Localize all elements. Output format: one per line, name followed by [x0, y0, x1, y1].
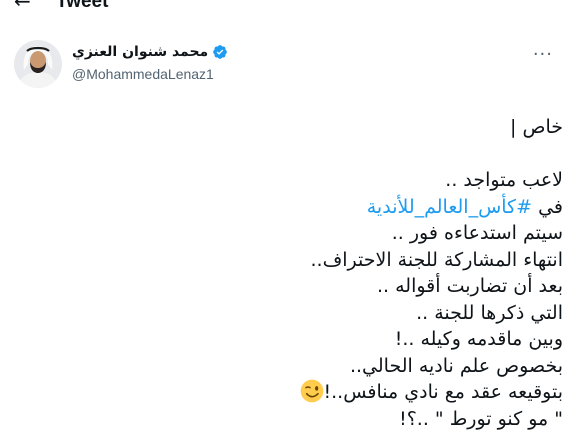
author-names: محمد شنوان العنزي @MohammedaLenaz1	[72, 42, 228, 82]
tweet-line: لاعب متواجد ..	[445, 169, 563, 191]
author-handle[interactable]: @MohammedaLenaz1	[72, 66, 228, 82]
tweet-line: بعد أن تضاربت أقواله ..	[376, 275, 563, 297]
winking-face-emoji	[300, 379, 323, 403]
verified-badge-icon	[213, 45, 228, 59]
header-title: Tweet	[56, 0, 109, 12]
tweet-line: خاص |	[510, 116, 563, 138]
more-options-icon[interactable]: ···	[533, 44, 553, 65]
back-arrow-icon[interactable]: ←	[14, 0, 31, 11]
tweet-line: بخصوص علم ناديه الحالي..	[349, 354, 563, 377]
tweet-line: سيتم استدعاءه فور ..	[391, 222, 563, 244]
author-row: محمد شنوان العنزي @MohammedaLenaz1 ···	[0, 38, 575, 94]
hashtag-link[interactable]: #كأس_العالم_للأندية	[367, 196, 532, 218]
tweet-line: التي ذكرها للجنة ..	[416, 301, 563, 324]
tweet-text: خاص | لاعب متواجد .. في #كأس_العالم_للأن…	[23, 114, 563, 432]
tweet-line-text: بتوقيعه عقد مع نادي منافس..!	[323, 381, 564, 403]
avatar[interactable]	[14, 40, 62, 88]
display-name[interactable]: محمد شنوان العنزي	[72, 44, 208, 60]
tweet-line: " مو كنو تورط " ..؟!	[399, 407, 563, 430]
hashtag-prefix: في	[532, 195, 563, 218]
tweet-line: وبين ماقدمه وكيله ..!	[394, 328, 563, 350]
tweet-header: ← Tweet	[0, 0, 575, 14]
tweet-line-with-emoji: بتوقيعه عقد مع نادي منافس..!	[23, 379, 563, 406]
tweet-line: انتهاء المشاركة للجنة الاحتراف..	[310, 248, 564, 271]
tweet-line-hashtag: في #كأس_العالم_للأندية	[23, 194, 563, 221]
